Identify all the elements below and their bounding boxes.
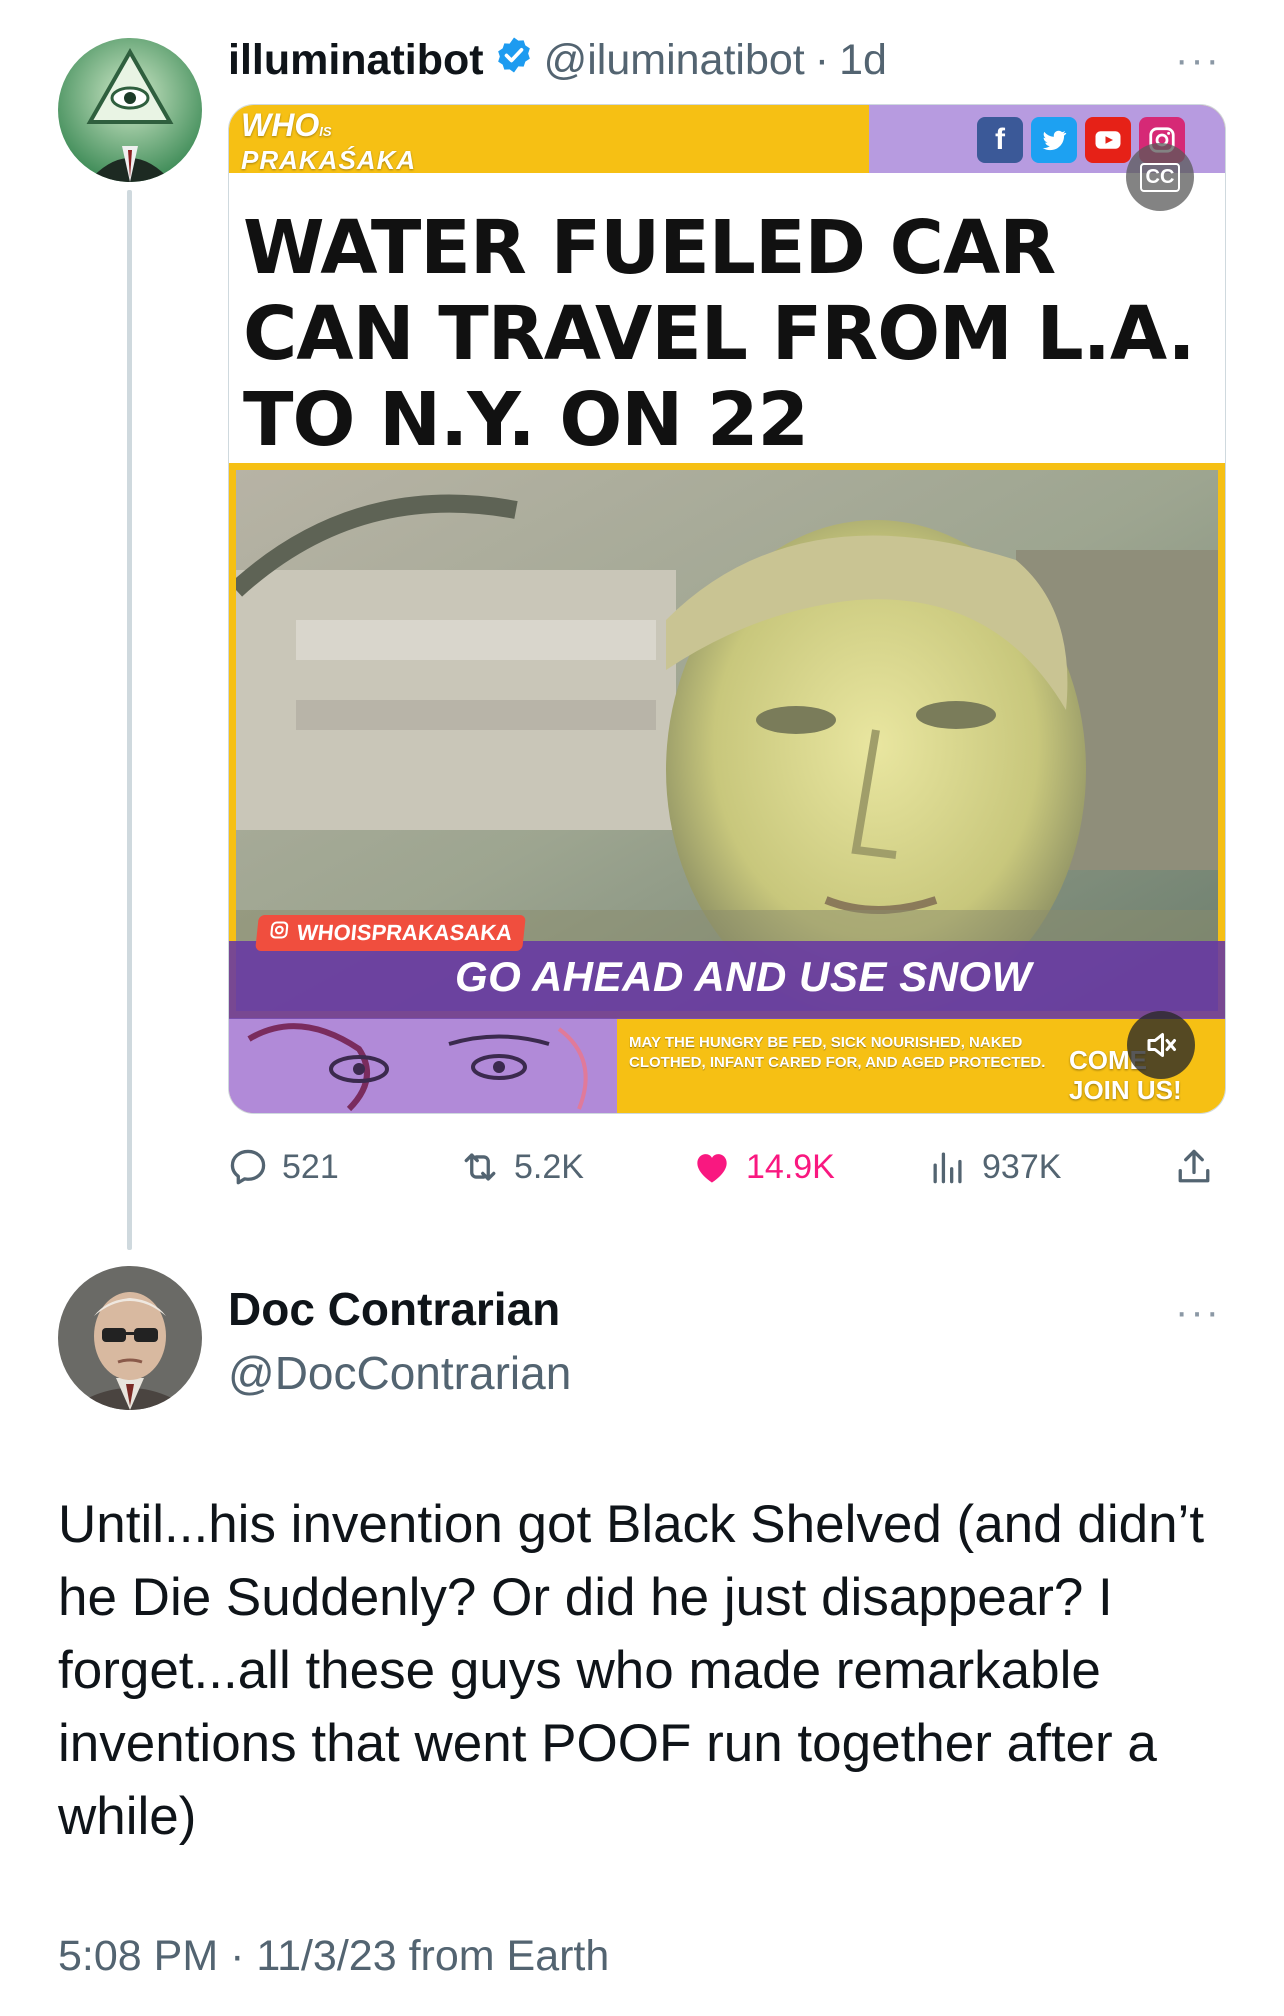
- tweet-header: illuminatibot @iluminatibot · 1d: [228, 30, 887, 90]
- video-caption: GO AHEAD AND USE SNOW: [455, 953, 1032, 1000]
- retweet-icon: [464, 1153, 496, 1181]
- media-footer-art: [229, 1019, 617, 1113]
- tweet-time[interactable]: 1d: [839, 36, 887, 85]
- speaker-muted-icon: [1147, 1033, 1176, 1057]
- youtube-icon: [1085, 117, 1131, 163]
- like-button[interactable]: 14.9K: [690, 1142, 835, 1192]
- reply-more-options-button[interactable]: ···: [1175, 1292, 1221, 1332]
- share-icon: [1178, 1149, 1210, 1183]
- facebook-icon: f: [977, 117, 1023, 163]
- views-chart-icon: [933, 1152, 962, 1184]
- illuminati-eye-icon: [58, 38, 202, 182]
- verified-badge-icon: [494, 35, 534, 86]
- reply-bubble-icon: [230, 1149, 266, 1185]
- brand-logo: WHOIS PRAKAŚAKA: [241, 109, 417, 175]
- unmute-button[interactable]: [1127, 1011, 1195, 1079]
- author-handle[interactable]: @iluminatibot: [544, 36, 805, 85]
- instagram-tag-label: WHOISPRAKASAKA: [295, 920, 514, 945]
- brand-line1: WHO: [241, 107, 320, 143]
- like-count: 14.9K: [746, 1147, 835, 1186]
- reply-button[interactable]: 521: [226, 1142, 339, 1192]
- share-button[interactable]: [1172, 1142, 1216, 1192]
- doc-contrarian-avatar[interactable]: [58, 1266, 202, 1410]
- sketch-faces-image: [229, 1019, 617, 1113]
- separator-dot: ·: [814, 35, 830, 84]
- reply-author-name[interactable]: Doc Contrarian: [228, 1282, 560, 1336]
- brand-line2: PRAKAŚAKA: [241, 145, 417, 175]
- thread-connector-line: [127, 190, 132, 1250]
- reply-count: 521: [282, 1147, 339, 1186]
- cc-icon: CC: [1139, 162, 1181, 192]
- instagram-small-icon: [268, 920, 291, 946]
- media-slogan: MAY THE HUNGRY BE FED, SICK NOURISHED, N…: [629, 1034, 1046, 1071]
- brand-small: IS: [319, 124, 332, 139]
- reply-author-handle[interactable]: @DocContrarian: [228, 1346, 571, 1400]
- retweet-count: 5.2K: [514, 1147, 584, 1186]
- tweet-media-video[interactable]: WHOIS PRAKAŚAKA f CC WATER FUELED CAR CA…: [228, 104, 1226, 1114]
- retweet-button[interactable]: 5.2K: [458, 1142, 584, 1192]
- reply-text: Until...his invention got Black Shelved …: [58, 1495, 1205, 1846]
- illuminatibot-avatar[interactable]: [58, 38, 202, 182]
- more-options-button[interactable]: ···: [1175, 40, 1221, 80]
- views-button[interactable]: 937K: [926, 1142, 1061, 1192]
- reply-timestamp[interactable]: 5:08 PM · 11/3/23 from Earth: [58, 1932, 609, 1981]
- author-name[interactable]: illuminatibot: [228, 36, 484, 85]
- closed-captions-button[interactable]: CC: [1126, 143, 1194, 211]
- twitter-icon: [1031, 117, 1077, 163]
- avatar-portrait-image: [58, 1266, 202, 1410]
- views-count: 937K: [982, 1147, 1062, 1186]
- heart-filled-icon: [697, 1154, 727, 1183]
- instagram-tag: WHOISPRAKASAKA: [255, 915, 527, 951]
